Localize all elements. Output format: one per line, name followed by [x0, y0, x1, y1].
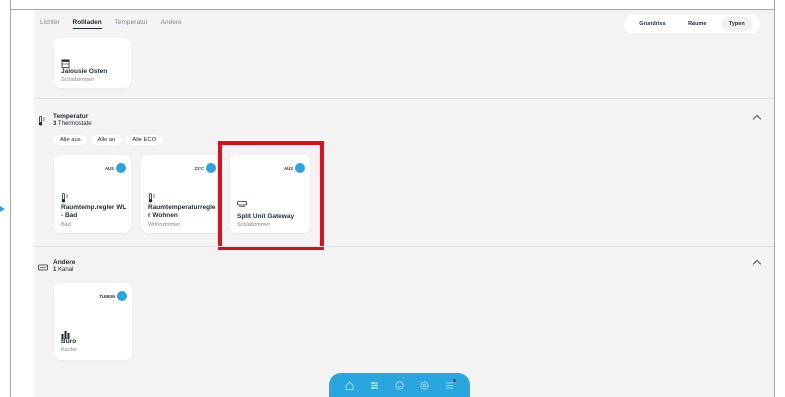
bottom-navigation [329, 373, 470, 397]
sliders-icon[interactable] [368, 378, 382, 392]
device-room: Wohnzimmer [148, 222, 181, 228]
device-name: Jalousie Osten [61, 68, 108, 75]
device-card-jalousie-osten[interactable]: Jalousie Osten Schlafzimmer [54, 38, 131, 88]
chip-alle-an[interactable]: Alle an [91, 135, 122, 145]
window-frame-right [774, 0, 775, 397]
device-name: Raumtemp.regler WL - Bad [61, 204, 127, 219]
device-card-raumtemp-bad[interactable]: AUS Raumtemp.regler WL - Bad Bad [54, 155, 131, 233]
device-icon [38, 259, 48, 277]
device-name: Raumtemperaturregler Wohnen [148, 204, 216, 219]
power-toggle-icon[interactable] [206, 163, 216, 173]
home-icon[interactable] [343, 378, 357, 392]
play-toggle-icon[interactable] [117, 291, 127, 301]
view-grundriss[interactable]: Grundriss [631, 17, 673, 31]
chip-alle-eco[interactable]: Alle ECO [126, 135, 163, 145]
section-title: Temperatur [53, 113, 89, 120]
thermometer-icon [38, 113, 46, 131]
badge-label: TUNEIN [99, 293, 115, 299]
status-badge: AUS [105, 163, 126, 173]
top-bar: Lichter Rollladen Temperatur Andere Grun… [34, 10, 774, 38]
view-raeume[interactable]: Räume [680, 17, 714, 31]
section-divider [34, 98, 774, 99]
section-count-label: Thermostate [57, 121, 92, 127]
category-tabs: Lichter Rollladen Temperatur Andere [40, 19, 182, 29]
highlight-box [218, 141, 324, 250]
device-name: Büro [61, 338, 77, 345]
device-room: Schlafzimmer [61, 77, 95, 83]
device-card-buero[interactable]: TUNEIN Büro Küche [54, 283, 132, 360]
settings-icon[interactable] [418, 378, 432, 392]
section-count: 3 [53, 121, 57, 127]
tab-lichter[interactable]: Lichter [40, 19, 60, 29]
window-frame-left [10, 0, 11, 397]
section-divider [34, 246, 774, 247]
device-card-raumtemp-wohnen[interactable]: 21°C Raumtemperaturregler Wohnen Wohnzim… [141, 155, 221, 233]
tab-temperatur[interactable]: Temperatur [115, 19, 148, 29]
view-typen[interactable]: Typen [720, 17, 753, 31]
chip-alle-aus[interactable]: Alle aus [54, 135, 87, 145]
tab-rollladen[interactable]: Rollladen [72, 19, 102, 29]
app-main: Lichter Rollladen Temperatur Andere Grun… [34, 10, 774, 397]
section-count: 1 [53, 267, 57, 273]
section-subtitle: 1 Kanal [53, 267, 73, 273]
view-switch: Grundriss Räume Typen [624, 15, 760, 33]
section-subtitle: 3 Thermostate [53, 121, 92, 127]
tab-andere[interactable]: Andere [161, 19, 182, 29]
menu-icon[interactable] [443, 378, 457, 392]
collapse-temperatur-chevron-icon[interactable] [752, 114, 762, 124]
power-toggle-icon[interactable] [116, 163, 126, 173]
side-marker-arrow [0, 206, 5, 212]
notification-dot [452, 379, 456, 382]
badge-label: 21°C [194, 165, 204, 171]
section-title: Andere [53, 259, 76, 266]
device-room: Bad [61, 222, 71, 228]
device-room: Küche [61, 347, 77, 353]
collapse-andere-chevron-icon[interactable] [752, 259, 762, 269]
scenes-icon[interactable] [393, 378, 407, 392]
status-badge: 21°C [195, 163, 216, 173]
status-badge: TUNEIN [99, 291, 127, 301]
badge-label: AUS [105, 165, 114, 171]
temperatur-quick-actions: Alle aus Alle an Alle ECO [54, 135, 163, 145]
section-count-label: Kanal [58, 267, 74, 273]
